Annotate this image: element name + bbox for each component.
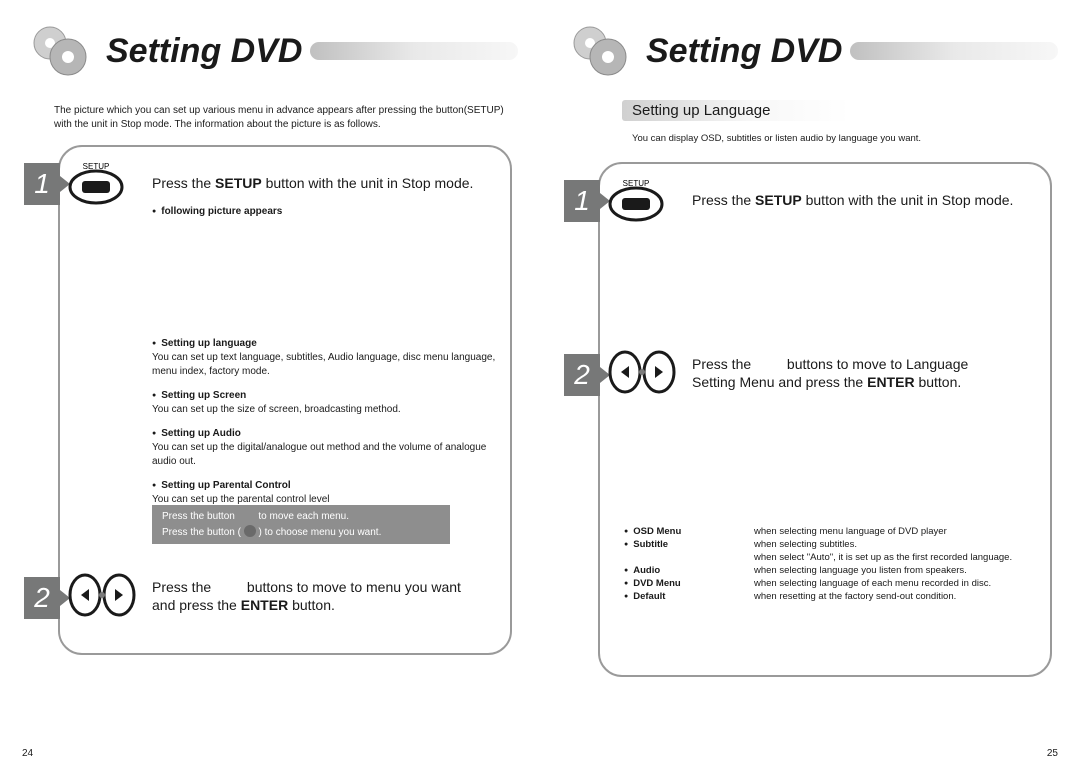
setup-button-icon: SETUP	[68, 159, 124, 212]
page-number: 25	[1047, 748, 1058, 759]
step1-note: following picture appears	[152, 205, 502, 219]
step2-instruction: Press the buttons to move to menu you wa…	[152, 579, 461, 614]
table-row: Audio when selecting language you listen…	[624, 565, 1044, 576]
step-number: 1	[34, 168, 50, 200]
option-label: DVD Menu	[624, 578, 754, 589]
option-label: OSD Menu	[624, 526, 754, 537]
option-label: Default	[624, 591, 754, 602]
option-desc: when selecting menu language of DVD play…	[754, 526, 1044, 537]
option-desc: when select "Auto", it is set up as the …	[754, 552, 1044, 563]
page-right: Setting DVD Setting up Language You can …	[540, 0, 1080, 765]
step-badge-2: 2	[24, 577, 60, 619]
tip-line: Press the button ( ) to choose menu you …	[162, 525, 440, 541]
arrow-pad-icon	[608, 348, 676, 401]
table-row: OSD Menu when selecting menu language of…	[624, 526, 1044, 537]
tip-box: Press the button to move each menu. Pres…	[152, 505, 450, 544]
title-bar	[310, 42, 518, 60]
option-label: Subtitle	[624, 539, 754, 550]
arrow-pad-icon	[68, 571, 136, 624]
intro-text: The picture which you can set up various…	[54, 104, 510, 131]
table-row: Subtitle when selecting subtitles.	[624, 539, 1044, 550]
steps-frame: 1 SETUP Press the SETUP button with the …	[598, 162, 1052, 677]
manual-spread: Setting DVD The picture which you can se…	[0, 0, 1080, 765]
subsection-desc: You can display OSD, subtitles or listen…	[632, 133, 1058, 144]
title-row: Setting DVD	[562, 22, 1058, 80]
page-number: 24	[22, 748, 33, 759]
step1-instruction: Press the SETUP button with the unit in …	[152, 175, 473, 193]
disc-icon	[572, 25, 628, 77]
step1-instruction: Press the SETUP button with the unit in …	[692, 192, 1013, 210]
page-title: Setting DVD	[106, 32, 302, 71]
language-options-table: OSD Menu when selecting menu language of…	[624, 526, 1044, 604]
table-row: DVD Menu when selecting language of each…	[624, 578, 1044, 589]
page-title: Setting DVD	[646, 32, 842, 71]
bullet-title: Setting up Screen	[152, 389, 502, 403]
setup-bullets: Setting up language You can set up text …	[152, 337, 502, 507]
subsection-heading: Setting up Language	[622, 100, 850, 121]
step-badge-1: 1	[24, 163, 60, 205]
bullet-body: You can set up text language, subtitles,…	[152, 351, 502, 379]
page-left: Setting DVD The picture which you can se…	[0, 0, 540, 765]
step-number: 2	[574, 359, 590, 391]
bullet-title: Setting up Audio	[152, 427, 502, 441]
tip-line: Press the button to move each menu.	[162, 509, 440, 525]
table-row: . when select "Auto", it is set up as th…	[624, 552, 1044, 563]
step-number: 1	[574, 185, 590, 217]
steps-frame: 1 SETUP Press the SETUP button with the …	[58, 145, 512, 655]
option-desc: when selecting language of each menu rec…	[754, 578, 1044, 589]
bullet-title: Setting up language	[152, 337, 502, 351]
setup-button-icon: SETUP	[608, 176, 664, 229]
title-row: Setting DVD	[22, 22, 518, 80]
step-badge-1: 1	[564, 180, 600, 222]
bullet-title: Setting up Parental Control	[152, 479, 502, 493]
bullet-body: You can set up the size of screen, broad…	[152, 403, 502, 417]
enter-icon	[244, 525, 256, 537]
option-desc: when selecting language you listen from …	[754, 565, 1044, 576]
option-label: Audio	[624, 565, 754, 576]
step2-instruction: Press the buttons to move to Language Se…	[692, 356, 968, 391]
disc-icon	[32, 25, 88, 77]
table-row: Default when resetting at the factory se…	[624, 591, 1044, 602]
option-desc: when resetting at the factory send-out c…	[754, 591, 1044, 602]
title-bar	[850, 42, 1058, 60]
bullet-body: You can set up the digital/analogue out …	[152, 441, 502, 469]
step-number: 2	[34, 582, 50, 614]
step-badge-2: 2	[564, 354, 600, 396]
option-desc: when selecting subtitles.	[754, 539, 1044, 550]
